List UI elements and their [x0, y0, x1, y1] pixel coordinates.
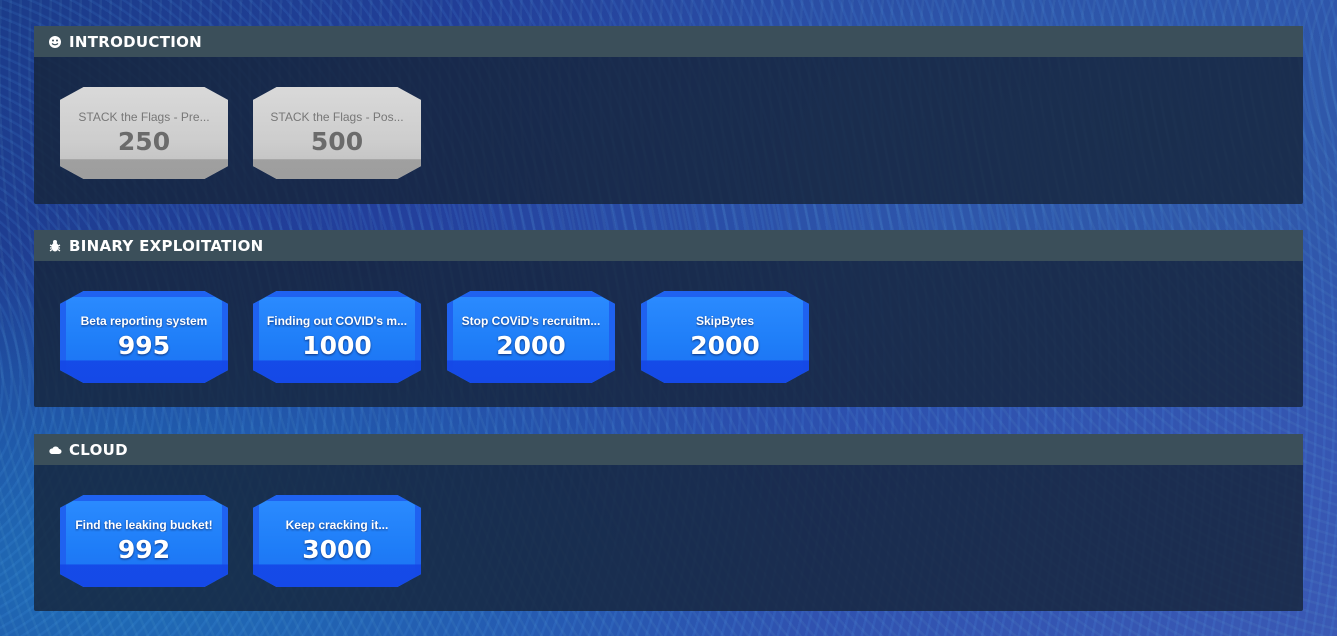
challenge-points: 992	[117, 535, 171, 564]
challenge-points: 250	[117, 127, 171, 156]
cloud-icon	[48, 443, 62, 457]
bug-icon	[48, 239, 62, 253]
challenge-card[interactable]: SkipBytes 2000	[641, 291, 809, 383]
challenge-points: 3000	[302, 535, 372, 564]
category-header: INTRODUCTION	[34, 26, 1303, 57]
category-introduction: INTRODUCTION STACK the Flags - Pre... 25…	[34, 26, 1303, 204]
challenge-name: STACK the Flags - Pre...	[78, 110, 210, 124]
challenge-points: 1000	[302, 331, 372, 360]
category-binary-exploitation: BINARY EXPLOITATION Beta reporting syste…	[34, 230, 1303, 407]
category-header: CLOUD	[34, 434, 1303, 465]
challenge-name: Stop COViD's recruitm...	[461, 314, 601, 328]
challenge-points: 2000	[690, 331, 760, 360]
challenge-name: Finding out COVID's m...	[266, 314, 408, 328]
category-title: INTRODUCTION	[69, 32, 203, 51]
challenge-points: 995	[117, 331, 171, 360]
category-title: CLOUD	[69, 440, 128, 459]
challenge-card[interactable]: Finding out COVID's m... 1000	[253, 291, 421, 383]
challenge-card[interactable]: STACK the Flags - Pre... 250	[60, 87, 228, 179]
category-header: BINARY EXPLOITATION	[34, 230, 1303, 261]
category-cloud: CLOUD Find the leaking bucket! 992 Keep …	[34, 434, 1303, 611]
challenge-card[interactable]: STACK the Flags - Pos... 500	[253, 87, 421, 179]
challenge-name: SkipBytes	[695, 314, 755, 328]
challenge-points: 2000	[496, 331, 566, 360]
category-title: BINARY EXPLOITATION	[69, 236, 264, 255]
challenge-name: STACK the Flags - Pos...	[270, 110, 404, 124]
challenge-card[interactable]: Beta reporting system 995	[60, 291, 228, 383]
challenge-card[interactable]: Stop COViD's recruitm... 2000	[447, 291, 615, 383]
smiley-icon	[48, 35, 62, 49]
challenge-points: 500	[310, 127, 364, 156]
challenge-card[interactable]: Keep cracking it... 3000	[253, 495, 421, 587]
challenge-name: Keep cracking it...	[285, 518, 389, 532]
challenge-name: Find the leaking bucket!	[75, 518, 213, 532]
challenge-name: Beta reporting system	[80, 314, 208, 328]
challenge-card[interactable]: Find the leaking bucket! 992	[60, 495, 228, 587]
